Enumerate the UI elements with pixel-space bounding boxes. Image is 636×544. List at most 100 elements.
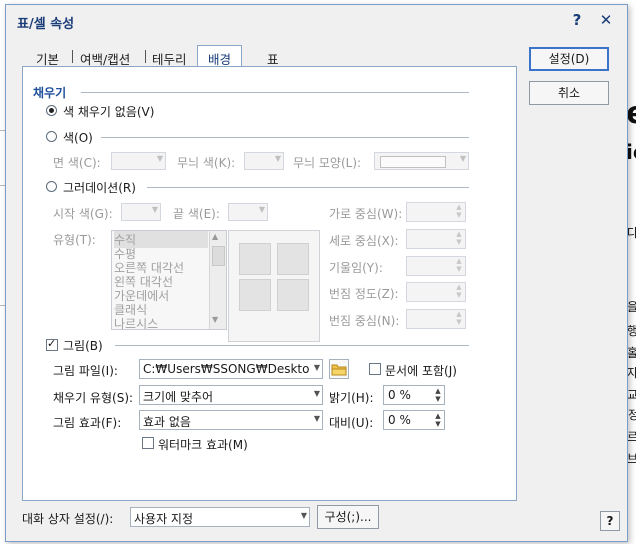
type-label: 유형(T): bbox=[53, 233, 96, 247]
spin-arrows-icon: ▲ ▼ bbox=[456, 257, 462, 273]
picture-effect-label: 그림 효과(F): bbox=[53, 416, 122, 430]
face-color-combo[interactable]: ▼ bbox=[111, 152, 166, 170]
dialog-setting-combo[interactable]: 사용자 지정 ▼ bbox=[130, 507, 310, 527]
help-button[interactable]: ? bbox=[600, 511, 620, 531]
divider bbox=[101, 137, 469, 138]
preview-cell[interactable] bbox=[277, 279, 309, 311]
doc-glyph: 홀 bbox=[627, 346, 636, 360]
fill-type-value: 크기에 맞추어 bbox=[143, 390, 214, 404]
watermark-checkbox[interactable] bbox=[142, 437, 154, 449]
spin-arrows-icon: ▲ ▼ bbox=[456, 230, 462, 246]
divider bbox=[147, 187, 469, 188]
fill-type-combo[interactable]: 크기에 맞추어 ▼ bbox=[139, 385, 323, 405]
start-color-label: 시작 색(G): bbox=[53, 207, 113, 221]
background-tab-panel: 채우기 색 채우기 없음(V) 색(O) 면 색(C): ▼ 무늬 색(K): … bbox=[22, 66, 517, 501]
chevron-down-icon: ▼ bbox=[258, 205, 265, 214]
tab-separator bbox=[72, 50, 73, 63]
chevron-down-icon: ▼ bbox=[156, 154, 163, 163]
cancel-button[interactable]: 취소 bbox=[529, 81, 609, 105]
watermark-label: 워터마크 효과(M) bbox=[158, 438, 248, 452]
embed-in-document-checkbox[interactable] bbox=[369, 363, 381, 375]
pattern-shape-combo[interactable]: ▼ bbox=[374, 152, 469, 170]
doc-glyph: 다 bbox=[627, 226, 636, 240]
picture-file-value: C:₩Users₩SSONG₩Desktop bbox=[143, 362, 309, 376]
ok-button[interactable]: 설정(D) bbox=[529, 47, 609, 71]
doc-glyph: 자 bbox=[627, 366, 636, 380]
chevron-down-icon: ▼ bbox=[151, 205, 158, 214]
spread-spin[interactable]: ▲ ▼ bbox=[406, 282, 466, 302]
gradient-label: 그러데이션(R) bbox=[63, 181, 136, 195]
chevron-down-icon: ▼ bbox=[300, 511, 307, 520]
gradient-radio[interactable] bbox=[46, 181, 57, 192]
folder-icon bbox=[331, 364, 347, 376]
help-icon[interactable]: ? bbox=[567, 11, 587, 29]
v-center-spin[interactable]: ▲ ▼ bbox=[406, 229, 466, 249]
divider bbox=[81, 92, 469, 93]
chevron-down-icon: ▼ bbox=[313, 363, 320, 372]
list-item[interactable]: 나르시스 bbox=[114, 315, 158, 329]
picture-effect-combo[interactable]: 효과 없음 ▼ bbox=[139, 410, 323, 430]
contrast-value: 0 % bbox=[388, 413, 411, 427]
dialog-setting-value: 사용자 지정 bbox=[134, 512, 194, 526]
gradient-type-list[interactable]: 수직 수평 오른쪽 대각선 왼쪽 대각선 가운데에서 클래식 나르시스 ▲ ▼ bbox=[111, 230, 227, 330]
spin-arrows-icon[interactable]: ▲ ▼ bbox=[433, 387, 443, 403]
preview-cell[interactable] bbox=[239, 243, 271, 275]
spread-label: 번짐 정도(Z): bbox=[329, 287, 399, 301]
fill-type-label: 채우기 유형(S): bbox=[53, 391, 134, 405]
picture-file-combo[interactable]: C:₩Users₩SSONG₩Desktop ▼ bbox=[139, 359, 323, 379]
pattern-shape-label: 무늬 모양(L): bbox=[293, 156, 362, 170]
chevron-down-icon: ▼ bbox=[274, 154, 281, 163]
no-fill-label: 색 채우기 없음(V) bbox=[63, 105, 155, 119]
contrast-spin[interactable]: 0 % ▲ ▼ bbox=[383, 410, 445, 430]
divider bbox=[115, 345, 469, 346]
preview-cell[interactable] bbox=[239, 279, 271, 311]
pattern-color-combo[interactable]: ▼ bbox=[244, 152, 284, 170]
spread-center-label: 번짐 중심(N): bbox=[329, 314, 400, 328]
face-color-label: 면 색(C): bbox=[53, 156, 101, 170]
preview-cell[interactable] bbox=[277, 243, 309, 275]
pattern-color-label: 무늬 색(K): bbox=[177, 156, 236, 170]
spin-arrows-icon[interactable]: ▲ ▼ bbox=[433, 412, 443, 428]
spread-center-spin[interactable]: ▲ ▼ bbox=[406, 309, 466, 329]
scroll-down-icon[interactable]: ▼ bbox=[212, 315, 218, 324]
chevron-down-icon: ▼ bbox=[459, 154, 466, 163]
browse-folder-button[interactable] bbox=[329, 359, 349, 379]
list-scrollbar[interactable]: ▲ ▼ bbox=[209, 231, 226, 329]
slope-spin[interactable]: ▲ ▼ bbox=[406, 256, 466, 276]
tab-background[interactable]: 배경 bbox=[197, 45, 243, 67]
doc-glyph: 르 bbox=[627, 430, 636, 444]
h-center-label: 가로 중심(W): bbox=[329, 207, 403, 221]
title-bar: 표/셀 속성 ? ✕ bbox=[6, 5, 627, 37]
doc-glyph: 행 bbox=[627, 324, 636, 338]
v-center-label: 세로 중심(X): bbox=[329, 234, 399, 248]
doc-glyph: 교 bbox=[627, 388, 636, 402]
h-center-spin[interactable]: ▲ ▼ bbox=[406, 202, 466, 222]
embed-in-document-label: 문서에 포함(J) bbox=[385, 364, 457, 378]
picture-label: 그림(B) bbox=[63, 339, 103, 353]
brightness-spin[interactable]: 0 % ▲ ▼ bbox=[383, 385, 445, 405]
no-fill-radio[interactable] bbox=[46, 105, 57, 116]
brightness-value: 0 % bbox=[388, 388, 411, 402]
color-label: 색(O) bbox=[63, 131, 93, 145]
tab-separator bbox=[145, 50, 146, 63]
doc-glyph: 을 bbox=[627, 300, 636, 314]
scroll-thumb[interactable] bbox=[212, 246, 225, 266]
dialog-setting-label: 대화 상자 설정(/): bbox=[22, 512, 114, 526]
doc-glyph: 정 bbox=[628, 408, 636, 422]
chevron-down-icon: ▼ bbox=[313, 414, 320, 423]
end-color-combo[interactable]: ▼ bbox=[228, 203, 268, 221]
scroll-up-icon[interactable]: ▲ bbox=[212, 232, 218, 241]
spin-arrows-icon: ▲ ▼ bbox=[456, 203, 462, 219]
color-radio[interactable] bbox=[46, 131, 57, 142]
config-button[interactable]: 구성(;)... bbox=[317, 505, 379, 529]
start-color-combo[interactable]: ▼ bbox=[121, 203, 161, 221]
pattern-swatch bbox=[380, 156, 446, 168]
chevron-down-icon: ▼ bbox=[313, 389, 320, 398]
close-icon[interactable]: ✕ bbox=[596, 11, 616, 29]
picture-checkbox[interactable] bbox=[46, 337, 58, 351]
doc-glyph: 브 bbox=[627, 452, 636, 466]
table-cell-properties-dialog: 표/셀 속성 ? ✕ 기본 여백/캡션 테두리 배경 표 설정(D) 취소 채우… bbox=[5, 4, 628, 542]
fill-section-label: 채우기 bbox=[33, 86, 67, 100]
spin-arrows-icon: ▲ ▼ bbox=[456, 283, 462, 299]
slope-label: 기울임(Y): bbox=[329, 261, 383, 275]
